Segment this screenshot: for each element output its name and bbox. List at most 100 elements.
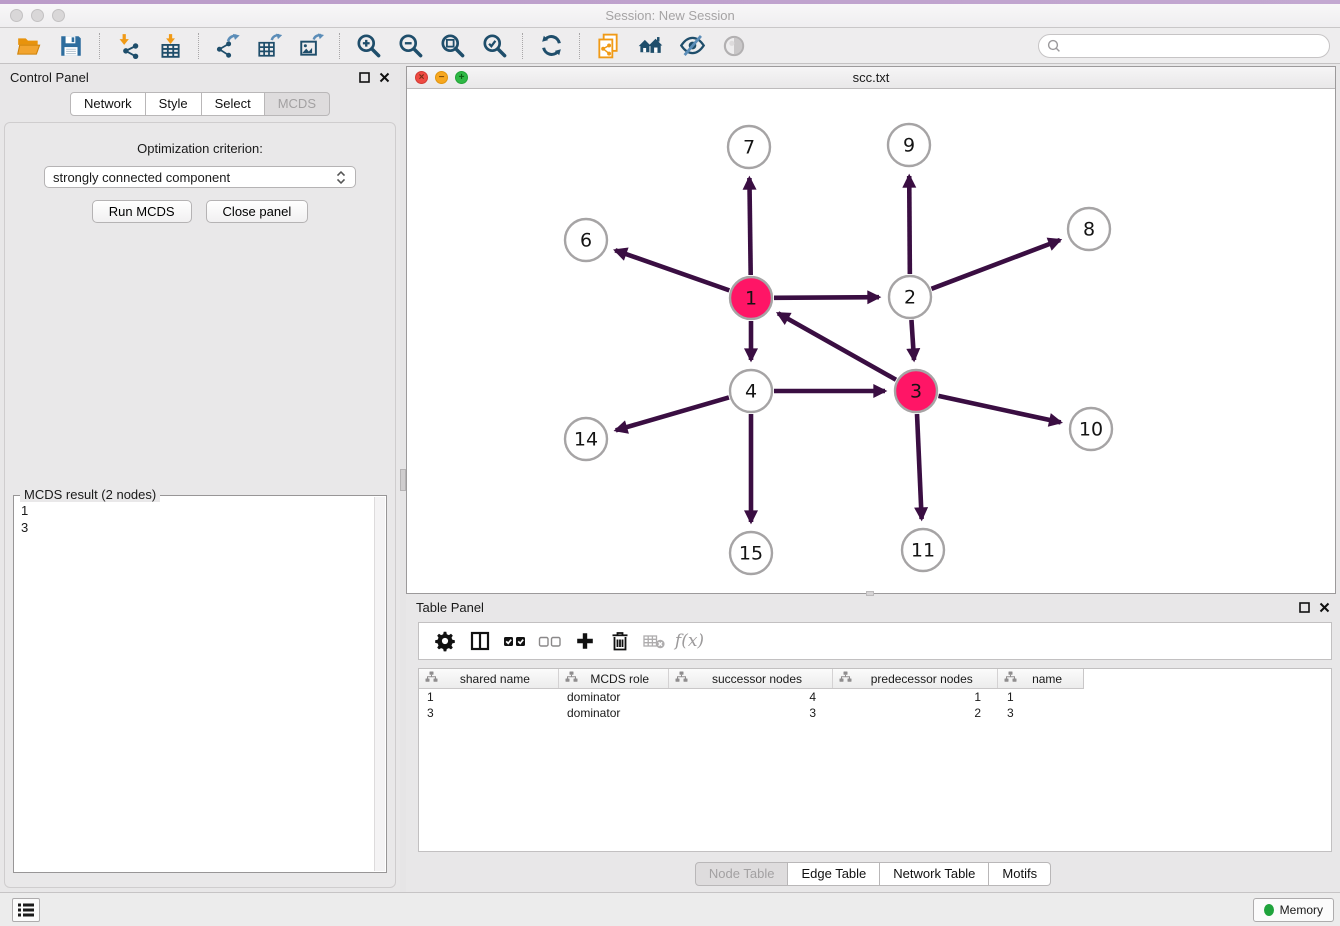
- table-cell[interactable]: 1: [419, 690, 559, 704]
- tab-select[interactable]: Select: [202, 92, 265, 116]
- tree-icon: [675, 671, 688, 686]
- tab-edge-table[interactable]: Edge Table: [788, 862, 880, 886]
- network-minimize-button[interactable]: −: [435, 71, 448, 84]
- graph-node-15[interactable]: 15: [730, 532, 772, 574]
- optimization-criterion-select[interactable]: strongly connected component: [44, 166, 356, 188]
- save-session-button[interactable]: [55, 31, 87, 61]
- table-cell[interactable]: 3: [669, 706, 834, 720]
- tab-style[interactable]: Style: [146, 92, 202, 116]
- graph-node-1[interactable]: 1: [730, 277, 772, 319]
- graph-edge-4-14[interactable]: [616, 397, 729, 430]
- table-row[interactable]: 3dominator323: [419, 705, 1331, 721]
- graph-edge-1-6[interactable]: [615, 250, 729, 290]
- delete-column-button[interactable]: [602, 626, 637, 656]
- network-close-button[interactable]: ×: [415, 71, 428, 84]
- graph-node-2[interactable]: 2: [889, 276, 931, 318]
- graph-node-11[interactable]: 11: [902, 529, 944, 571]
- graph-edge-1-7[interactable]: [749, 178, 750, 275]
- zoom-out-button[interactable]: [394, 31, 426, 61]
- minimize-window-button[interactable]: [31, 9, 44, 22]
- graph-edge-3-11[interactable]: [917, 414, 922, 519]
- network-window-controls: × − +: [415, 71, 468, 84]
- show-tasks-button[interactable]: [12, 898, 40, 922]
- memory-status-icon: [1264, 904, 1274, 916]
- table-cell[interactable]: 3: [999, 706, 1084, 720]
- import-table-button[interactable]: [154, 31, 186, 61]
- toolbar-separator: [522, 33, 523, 59]
- table-row[interactable]: 1dominator411: [419, 689, 1331, 705]
- close-table-panel-icon[interactable]: [1319, 602, 1330, 613]
- graph-edge-2-8[interactable]: [932, 240, 1061, 289]
- tab-node-table[interactable]: Node Table: [695, 862, 789, 886]
- result-scrollbar[interactable]: [374, 497, 385, 871]
- mcds-result-text[interactable]: 1 3: [21, 502, 370, 868]
- column-header-MCDS-role[interactable]: MCDS role: [559, 669, 669, 688]
- network-canvas[interactable]: 1 2 3 4 6 7 8 9 10 11 14 15: [407, 89, 1335, 593]
- close-panel-icon[interactable]: [379, 72, 390, 83]
- graph-edge-2-3[interactable]: [911, 320, 914, 360]
- table-cell[interactable]: 2: [834, 706, 999, 720]
- create-column-button[interactable]: [567, 626, 602, 656]
- column-header-successor-nodes[interactable]: successor nodes: [669, 669, 834, 688]
- graph-edge-3-1[interactable]: [778, 313, 896, 379]
- open-session-button[interactable]: [13, 31, 45, 61]
- table-cell[interactable]: 4: [669, 690, 834, 704]
- memory-button[interactable]: Memory: [1253, 898, 1334, 922]
- graph-node-14[interactable]: 14: [565, 418, 607, 460]
- hide-selected-button[interactable]: [676, 31, 708, 61]
- graph-edge-3-10[interactable]: [938, 396, 1060, 423]
- apply-layout-button[interactable]: [535, 31, 567, 61]
- graph-edge-1-2[interactable]: [774, 297, 879, 298]
- network-maximize-button[interactable]: +: [455, 71, 468, 84]
- export-image-button[interactable]: [295, 31, 327, 61]
- tab-motifs[interactable]: Motifs: [989, 862, 1051, 886]
- deselect-all-button[interactable]: [532, 626, 567, 656]
- tab-network-table[interactable]: Network Table: [880, 862, 989, 886]
- export-network-button[interactable]: [211, 31, 243, 61]
- network-graph[interactable]: 1 2 3 4 6 7 8 9 10 11 14 15: [407, 89, 1335, 593]
- graph-node-9[interactable]: 9: [888, 124, 930, 166]
- graph-node-4[interactable]: 4: [730, 370, 772, 412]
- maximize-window-button[interactable]: [52, 9, 65, 22]
- close-window-button[interactable]: [10, 9, 23, 22]
- import-network-button[interactable]: [112, 31, 144, 61]
- zoom-fit-button[interactable]: [436, 31, 468, 61]
- column-header-name[interactable]: name: [998, 669, 1083, 688]
- column-header-shared-name[interactable]: shared name: [419, 669, 559, 688]
- table-settings-button[interactable]: [427, 626, 462, 656]
- zoom-in-button[interactable]: [352, 31, 384, 61]
- graph-node-8[interactable]: 8: [1068, 208, 1110, 250]
- run-mcds-button[interactable]: Run MCDS: [92, 200, 192, 223]
- table-cell[interactable]: 1: [834, 690, 999, 704]
- show-all-button[interactable]: [634, 31, 666, 61]
- export-image-icon: [298, 33, 324, 59]
- graph-node-7[interactable]: 7: [728, 126, 770, 168]
- control-panel-header: Control Panel: [0, 64, 400, 90]
- search-icon: [1047, 39, 1061, 53]
- unchecked-boxes-icon: [537, 629, 563, 653]
- tab-network[interactable]: Network: [70, 92, 146, 116]
- table-cell[interactable]: dominator: [559, 706, 669, 720]
- table-cell[interactable]: dominator: [559, 690, 669, 704]
- graph-node-6[interactable]: 6: [565, 219, 607, 261]
- graph-node-3[interactable]: 3: [895, 370, 937, 412]
- clone-network-icon: [595, 33, 621, 59]
- zoom-selected-button[interactable]: [478, 31, 510, 61]
- close-panel-button[interactable]: Close panel: [206, 200, 309, 223]
- float-panel-icon[interactable]: [359, 72, 370, 83]
- tab-mcds[interactable]: MCDS: [265, 92, 330, 116]
- float-table-panel-icon[interactable]: [1299, 602, 1310, 613]
- table-cell[interactable]: 3: [419, 706, 559, 720]
- search-input[interactable]: [1065, 38, 1321, 55]
- export-table-button[interactable]: [253, 31, 285, 61]
- column-header-predecessor-nodes[interactable]: predecessor nodes: [833, 669, 998, 688]
- select-all-button[interactable]: [497, 626, 532, 656]
- search-field[interactable]: [1038, 34, 1330, 58]
- toggle-panel-layout-button[interactable]: [462, 626, 497, 656]
- svg-text:9: 9: [903, 135, 915, 157]
- graph-edge-2-9[interactable]: [909, 176, 910, 274]
- clone-network-button[interactable]: [592, 31, 624, 61]
- table-cell[interactable]: 1: [999, 690, 1084, 704]
- graph-node-10[interactable]: 10: [1070, 408, 1112, 450]
- svg-text:6: 6: [580, 230, 592, 252]
